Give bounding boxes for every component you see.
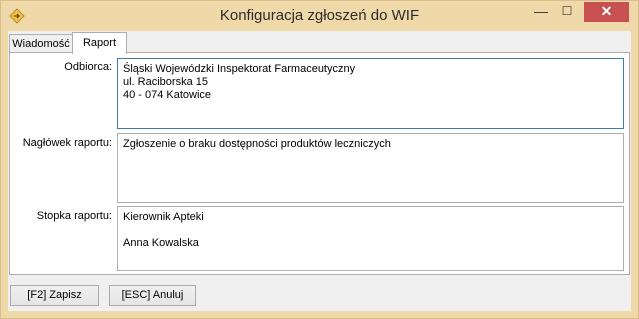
title-bar[interactable]: Konfiguracja zgłoszeń do WIF — ☐ ✕ xyxy=(1,1,638,31)
header-field[interactable]: Zgłoszenie o braku dostępności produktów… xyxy=(117,133,624,203)
save-button[interactable]: [F2] Zapisz xyxy=(10,285,99,306)
raport-tab-panel: Odbiorca: Śląski Wojewódzki Inspektorat … xyxy=(9,52,630,275)
tab-raport[interactable]: Raport xyxy=(72,32,127,54)
cancel-button[interactable]: [ESC] Anuluj xyxy=(109,285,196,306)
close-button[interactable]: ✕ xyxy=(584,2,629,22)
header-label: Nagłówek raportu: xyxy=(22,137,112,149)
minimize-button[interactable]: — xyxy=(528,2,554,22)
footer-field[interactable]: Kierownik Apteki Anna Kowalska xyxy=(117,206,624,271)
footer-label: Stopka raportu: xyxy=(36,210,112,222)
maximize-button[interactable]: ☐ xyxy=(554,2,580,22)
dialog-body: Wiadomość Raport Odbiorca: Śląski Wojewó… xyxy=(8,31,631,311)
dialog-window: Konfiguracja zgłoszeń do WIF — ☐ ✕ Wiado… xyxy=(0,0,639,319)
recipient-label: Odbiorca: xyxy=(64,61,112,73)
tab-wiadomosc[interactable]: Wiadomość xyxy=(9,34,73,53)
recipient-field[interactable]: Śląski Wojewódzki Inspektorat Farmaceuty… xyxy=(117,58,624,129)
